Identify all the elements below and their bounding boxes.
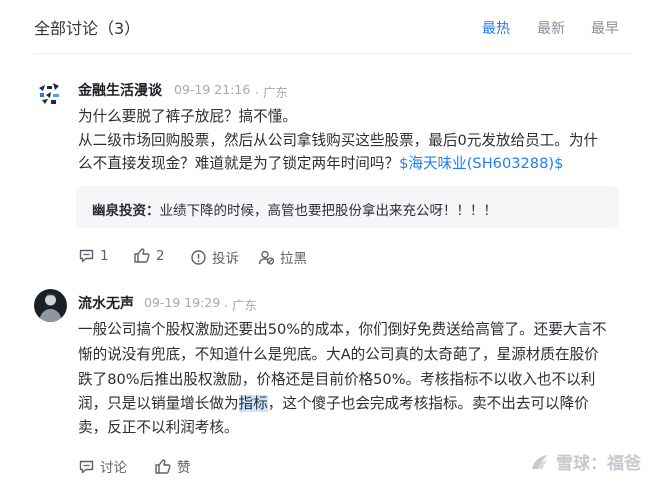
discuss-button[interactable]: 讨论 xyxy=(78,456,127,476)
thumbs-up-icon xyxy=(155,458,171,474)
comment-count-button[interactable]: 1 xyxy=(78,247,109,264)
like-button[interactable]: 赞 xyxy=(154,456,191,476)
sort-tab-latest[interactable]: 最新 xyxy=(537,18,565,38)
like-button[interactable]: 2 xyxy=(133,247,165,264)
reply-author[interactable]: 幽泉投资： xyxy=(92,203,160,219)
watermark: 雪球：福爸 xyxy=(529,449,641,474)
comment-icon xyxy=(79,249,94,263)
comment-line-2: 惭的说没有兜底，不知道什么是兜底。大A的公司真的太奇葩了，星源材质在股价 xyxy=(78,346,599,363)
comment-line-3: 跌了80%后推出股权激励，价格还是目前价格50%。考核指标不以收入也不以利 xyxy=(78,371,596,388)
block-label: 拉黑 xyxy=(280,251,307,267)
block-user-icon xyxy=(258,250,275,265)
discussion-title: 全部讨论（3） xyxy=(34,19,141,38)
report-label: 投诉 xyxy=(212,251,239,267)
header-divider xyxy=(34,53,633,54)
sort-tab-hot[interactable]: 最热 xyxy=(482,18,510,38)
comment-icon xyxy=(79,460,94,473)
comment-location: · 广东 xyxy=(255,85,288,100)
comment-time: 09-19 21:16 xyxy=(174,82,251,97)
stock-link[interactable]: $海天味业(SH603288)$ xyxy=(399,155,563,172)
comment-line-1: 为什么要脱了裤子放屁？搞不懂。 xyxy=(78,108,297,125)
discuss-label: 讨论 xyxy=(100,460,127,476)
comment-author[interactable]: 金融生活漫谈 xyxy=(78,80,162,100)
comment-time: 09-19 19:29 xyxy=(144,295,221,310)
avatar[interactable] xyxy=(34,78,64,108)
comment-location: · 广东 xyxy=(224,298,257,313)
snowball-logo-icon xyxy=(532,454,548,469)
line-4-start: 润，只是以销量增长做为 xyxy=(78,395,239,412)
comment-line-4: 润，只是以销量增长做为指标，这个傻子也会完成考核指标。卖不出去可以降价 xyxy=(78,392,589,416)
reply-quote: 幽泉投资：业绩下降的时候，高管也要把股份拿出来充公呀！！！！ xyxy=(92,199,497,219)
comment-line-3: 么不直接发现金？难道就是为了锁定两年时间吗？$海天味业(SH603288)$ xyxy=(78,152,563,176)
like-label: 赞 xyxy=(177,460,191,476)
block-button[interactable]: 拉黑 xyxy=(258,247,307,267)
line-4-end: ，这个傻子也会完成考核指标。卖不出去可以降价 xyxy=(267,395,589,412)
sort-tab-earliest[interactable]: 最早 xyxy=(591,18,619,38)
comment-count: 1 xyxy=(100,247,109,264)
avatar[interactable] xyxy=(34,289,67,322)
comment-author[interactable]: 流水无声 xyxy=(78,293,134,313)
warning-icon xyxy=(191,249,206,265)
thumbs-up-icon xyxy=(134,248,150,263)
comment-line-5: 卖，反正不以利润考核。 xyxy=(78,419,239,436)
comment-line-1: 一般公司搞个股权激励还要出50%的成本，你们倒好免费送给高管了。还要大言不 xyxy=(78,321,607,338)
reply-text: 业绩下降的时候，高管也要把股份拿出来充公呀！！！！ xyxy=(159,203,498,219)
comment-line-2: 从二级市场回购股票，然后从公司拿钱购买这些股票，最后0元发放给员工。为什 xyxy=(78,132,599,149)
report-button[interactable]: 投诉 xyxy=(190,247,239,267)
watermark-text: 雪球：福爸 xyxy=(556,454,641,474)
like-count: 2 xyxy=(156,247,165,264)
highlighted-text: 指标 xyxy=(238,395,268,412)
comment-line-3-text: 么不直接发现金？难道就是为了锁定两年时间吗？ xyxy=(78,155,400,172)
